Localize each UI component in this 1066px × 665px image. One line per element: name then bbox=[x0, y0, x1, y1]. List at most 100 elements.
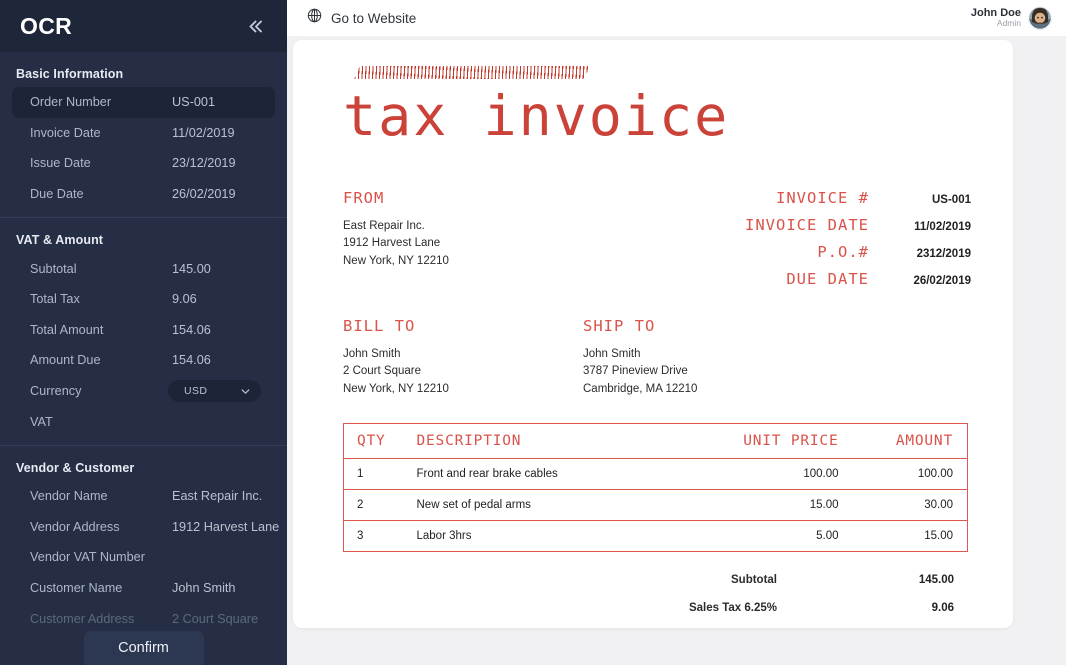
field-row-vat[interactable]: VAT bbox=[12, 406, 275, 437]
from-heading: FROM bbox=[343, 189, 643, 207]
field-row-amount-due[interactable]: Amount Due154.06 bbox=[12, 345, 275, 376]
bill-to-heading: BILL TO bbox=[343, 317, 583, 335]
field-label: Customer Address bbox=[30, 612, 172, 626]
sidebar-sections: Basic InformationOrder NumberUS-001Invoi… bbox=[0, 52, 287, 665]
totals-value: 9.06 bbox=[853, 602, 968, 614]
cell-description: Front and rear brake cables bbox=[404, 459, 723, 490]
table-row: 3Labor 3hrs5.0015.00 bbox=[344, 521, 968, 552]
field-label: Vendor VAT Number bbox=[30, 550, 172, 564]
invoice-meta-table: INVOICE #US-001INVOICE DATE11/02/2019P.O… bbox=[745, 189, 971, 297]
column-header-unit-price: UNIT PRICE bbox=[723, 424, 853, 459]
sidebar-header: OCR bbox=[0, 0, 287, 52]
field-label: Vendor Name bbox=[30, 489, 172, 503]
field-row-issue-date[interactable]: Issue Date23/12/2019 bbox=[12, 148, 275, 179]
invoice-meta-value: 26/02/2019 bbox=[899, 270, 971, 297]
field-label: Due Date bbox=[30, 187, 172, 201]
main-area: Go to Website John Doe Admin bbox=[287, 0, 1066, 665]
cell-amount: 100.00 bbox=[853, 459, 968, 490]
totals-row: Sales Tax 6.25%9.06 bbox=[343, 602, 968, 614]
column-header-amount: AMOUNT bbox=[853, 424, 968, 459]
user-menu[interactable]: John Doe Admin bbox=[971, 6, 1052, 30]
bill-to-address: John Smith 2 Court Square New York, NY 1… bbox=[343, 346, 583, 398]
confirm-button[interactable]: Confirm bbox=[84, 631, 204, 665]
field-row-currency[interactable]: CurrencyUSD bbox=[12, 376, 275, 407]
ship-to-heading: SHIP TO bbox=[583, 317, 697, 335]
field-row-customer-address[interactable]: Customer Address2 Court Square bbox=[12, 603, 275, 634]
currency-selected-value: USD bbox=[184, 385, 207, 397]
field-value: 11/02/2019 bbox=[172, 126, 235, 140]
field-value: 145.00 bbox=[172, 262, 211, 276]
from-and-meta-row: FROM East Repair Inc. 1912 Harvest Lane … bbox=[343, 189, 971, 297]
go-to-website-button[interactable]: Go to Website bbox=[307, 8, 416, 28]
cell-amount: 15.00 bbox=[853, 521, 968, 552]
totals-section: Subtotal145.00 Sales Tax 6.25%9.06 bbox=[343, 574, 968, 614]
invoice-meta-value: 2312/2019 bbox=[899, 243, 971, 270]
bill-to-block: BILL TO John Smith 2 Court Square New Yo… bbox=[343, 317, 583, 398]
go-to-website-label: Go to Website bbox=[331, 11, 416, 26]
invoice-title: tax invoice bbox=[343, 89, 971, 144]
field-label: VAT bbox=[30, 415, 172, 429]
field-row-order-number[interactable]: Order NumberUS-001 bbox=[12, 87, 275, 118]
cell-qty: 1 bbox=[344, 459, 404, 490]
avatar[interactable] bbox=[1028, 6, 1052, 30]
invoice-meta-value: 11/02/2019 bbox=[899, 216, 971, 243]
invoice-document: tax invoice FROM East Repair Inc. 1912 H… bbox=[293, 40, 1013, 628]
field-row-subtotal[interactable]: Subtotal145.00 bbox=[12, 253, 275, 284]
table-row: 1Front and rear brake cables100.00100.00 bbox=[344, 459, 968, 490]
section-title: VAT & Amount bbox=[0, 228, 287, 253]
ship-to-block: SHIP TO John Smith 3787 Pineview Drive C… bbox=[583, 317, 697, 398]
chevron-double-left-icon[interactable] bbox=[246, 17, 265, 36]
user-role: Admin bbox=[971, 19, 1021, 29]
field-value: 2 Court Square bbox=[172, 612, 258, 626]
sidebar-section: VAT & AmountSubtotal145.00Total Tax9.06T… bbox=[0, 217, 287, 445]
field-value: East Repair Inc. bbox=[172, 489, 262, 503]
user-info: John Doe Admin bbox=[971, 7, 1021, 29]
cell-amount: 30.00 bbox=[853, 490, 968, 521]
totals-label: Subtotal bbox=[593, 574, 853, 586]
decorative-stripe-band bbox=[354, 66, 590, 79]
currency-select[interactable]: USD bbox=[168, 380, 261, 402]
sidebar-section: Basic InformationOrder NumberUS-001Invoi… bbox=[0, 52, 287, 217]
field-label: Amount Due bbox=[30, 353, 172, 367]
invoice-meta-row: P.O.#2312/2019 bbox=[745, 243, 971, 270]
field-value: 9.06 bbox=[172, 292, 197, 306]
field-value: 154.06 bbox=[172, 353, 211, 367]
column-header-qty: QTY bbox=[344, 424, 404, 459]
document-scroll-area[interactable]: tax invoice FROM East Repair Inc. 1912 H… bbox=[287, 36, 1066, 665]
field-label: Subtotal bbox=[30, 262, 172, 276]
field-row-vendor-address[interactable]: Vendor Address1912 Harvest Lane bbox=[12, 512, 275, 543]
cell-description: New set of pedal arms bbox=[404, 490, 723, 521]
section-title: Basic Information bbox=[0, 62, 287, 87]
invoice-meta-row: DUE DATE26/02/2019 bbox=[745, 270, 971, 297]
field-label: Total Tax bbox=[30, 292, 172, 306]
field-row-vendor-name[interactable]: Vendor NameEast Repair Inc. bbox=[12, 481, 275, 512]
field-row-due-date[interactable]: Due Date26/02/2019 bbox=[12, 179, 275, 210]
app-root: OCR Basic InformationOrder NumberUS-001I… bbox=[0, 0, 1066, 665]
field-label: Total Amount bbox=[30, 323, 172, 337]
from-address: East Repair Inc. 1912 Harvest Lane New Y… bbox=[343, 218, 643, 270]
field-value: US-001 bbox=[172, 95, 215, 109]
field-row-customer-name[interactable]: Customer NameJohn Smith bbox=[12, 573, 275, 604]
field-label: Customer Name bbox=[30, 581, 172, 595]
invoice-meta-key: INVOICE DATE bbox=[745, 216, 899, 243]
invoice-meta-row: INVOICE #US-001 bbox=[745, 189, 971, 216]
field-row-invoice-date[interactable]: Invoice Date11/02/2019 bbox=[12, 118, 275, 149]
chevron-down-icon bbox=[241, 387, 250, 396]
sidebar: OCR Basic InformationOrder NumberUS-001I… bbox=[0, 0, 287, 665]
line-items-table: QTY DESCRIPTION UNIT PRICE AMOUNT 1Front… bbox=[343, 423, 968, 552]
cell-description: Labor 3hrs bbox=[404, 521, 723, 552]
invoice-meta-key: P.O.# bbox=[745, 243, 899, 270]
cell-unit-price: 5.00 bbox=[723, 521, 853, 552]
top-bar: Go to Website John Doe Admin bbox=[287, 0, 1066, 36]
invoice-meta-value: US-001 bbox=[899, 189, 971, 216]
table-row: 2New set of pedal arms15.0030.00 bbox=[344, 490, 968, 521]
field-row-total-tax[interactable]: Total Tax9.06 bbox=[12, 284, 275, 315]
field-row-vendor-vat-number[interactable]: Vendor VAT Number bbox=[12, 542, 275, 573]
invoice-meta-row: INVOICE DATE11/02/2019 bbox=[745, 216, 971, 243]
field-row-total-amount[interactable]: Total Amount154.06 bbox=[12, 315, 275, 346]
totals-row: Subtotal145.00 bbox=[343, 574, 968, 586]
globe-icon bbox=[307, 8, 322, 28]
totals-value: 145.00 bbox=[853, 574, 968, 586]
table-header-row: QTY DESCRIPTION UNIT PRICE AMOUNT bbox=[344, 424, 968, 459]
totals-label: Sales Tax 6.25% bbox=[593, 602, 853, 614]
